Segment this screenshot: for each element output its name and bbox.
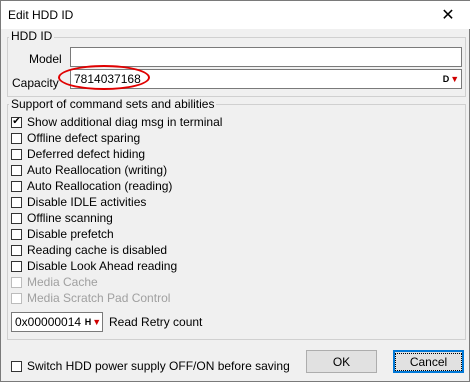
- down-arrow-icon: ▼: [92, 317, 102, 327]
- power-switch-label: Switch HDD power supply OFF/ON before sa…: [27, 359, 290, 373]
- down-arrow-icon: ▼: [450, 74, 460, 84]
- model-input[interactable]: [70, 47, 462, 67]
- option-label: Media Cache: [27, 275, 98, 289]
- option-checkbox[interactable]: Offline defect sparing: [11, 130, 140, 146]
- option-checkbox[interactable]: Reading cache is disabled: [11, 242, 167, 258]
- option-label: Disable prefetch: [27, 227, 114, 241]
- ok-button[interactable]: OK: [306, 350, 377, 373]
- option-checkbox[interactable]: Disable Look Ahead reading: [11, 258, 177, 274]
- read-retry-label: Read Retry count: [109, 315, 203, 329]
- checkbox-unchecked[interactable]: [11, 196, 22, 208]
- option-checkbox[interactable]: Auto Reallocation (writing): [11, 162, 167, 178]
- option-checkbox[interactable]: Deferred defect hiding: [11, 146, 145, 162]
- cancel-button[interactable]: Cancel: [393, 350, 464, 373]
- ok-label: OK: [332, 354, 351, 369]
- power-switch-box[interactable]: [11, 360, 22, 372]
- support-legend: Support of command sets and abilities: [9, 97, 217, 111]
- capacity-spin-label: D: [442, 74, 450, 84]
- checkmark-icon: ✔: [12, 116, 21, 127]
- checkbox-unchecked[interactable]: [11, 180, 22, 192]
- close-icon: ✕: [441, 7, 455, 24]
- option-label: Offline scanning: [27, 211, 113, 225]
- capacity-spin-button[interactable]: D ▼: [442, 71, 460, 87]
- cancel-label: Cancel: [394, 352, 463, 371]
- checkbox-unchecked[interactable]: [11, 164, 22, 176]
- checkbox-unchecked[interactable]: [11, 228, 22, 240]
- option-label: Reading cache is disabled: [27, 243, 168, 257]
- checkbox-checked[interactable]: ✔: [11, 116, 22, 128]
- option-label: Deferred defect hiding: [27, 147, 146, 161]
- option-label: Auto Reallocation (writing): [27, 163, 168, 177]
- model-label: Model: [29, 52, 62, 66]
- checkbox-unchecked[interactable]: [11, 148, 22, 160]
- capacity-input[interactable]: [70, 69, 462, 89]
- option-label: Disable IDLE activities: [27, 195, 147, 209]
- checkbox-unchecked[interactable]: [11, 244, 22, 256]
- read-retry-value: 0x00000014: [15, 315, 82, 329]
- read-retry-spin-label: H: [84, 317, 92, 327]
- option-checkbox[interactable]: Auto Reallocation (reading): [11, 178, 172, 194]
- option-label: Disable Look Ahead reading: [27, 259, 178, 273]
- checkbox-unchecked[interactable]: [11, 260, 22, 272]
- read-retry-spin-button[interactable]: H ▼: [84, 314, 102, 330]
- option-checkbox: Media Cache: [11, 274, 98, 290]
- hdd-id-legend: HDD ID: [9, 29, 55, 43]
- option-checkbox[interactable]: Offline scanning: [11, 210, 113, 226]
- close-button[interactable]: ✕: [425, 1, 471, 29]
- window-title: Edit HDD ID: [8, 8, 74, 22]
- option-checkbox[interactable]: ✔ Show additional diag msg in terminal: [11, 114, 222, 130]
- title-bar[interactable]: Edit HDD ID ✕: [1, 1, 471, 29]
- option-label: Auto Reallocation (reading): [27, 179, 173, 193]
- checkbox-unchecked: [11, 276, 22, 288]
- edit-hdd-id-dialog: Edit HDD ID ✕ HDD ID Model Capacity D▼ S…: [0, 0, 471, 382]
- option-label: Media Scratch Pad Control: [27, 291, 171, 305]
- checkbox-unchecked[interactable]: [11, 212, 22, 224]
- option-label: Offline defect sparing: [27, 131, 141, 145]
- capacity-label: Capacity: [12, 76, 59, 90]
- checkbox-unchecked[interactable]: [11, 132, 22, 144]
- option-checkbox[interactable]: Disable IDLE activities: [11, 194, 146, 210]
- option-checkbox: Media Scratch Pad Control: [11, 290, 170, 306]
- option-checkbox[interactable]: Disable prefetch: [11, 226, 114, 242]
- power-switch-checkbox[interactable]: Switch HDD power supply OFF/ON before sa…: [11, 358, 290, 374]
- checkbox-unchecked: [11, 292, 22, 304]
- option-label: Show additional diag msg in terminal: [27, 115, 223, 129]
